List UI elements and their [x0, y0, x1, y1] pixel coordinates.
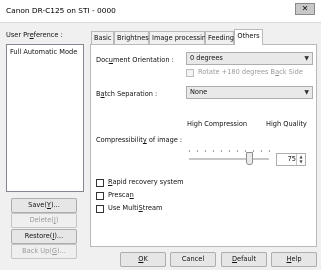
high-compression-label: High Compression	[187, 120, 248, 128]
default-button[interactable]: Default	[221, 252, 267, 267]
batch-separation-label: Batch Separation :	[96, 90, 158, 98]
rapid-recovery-checkbox[interactable]	[96, 179, 104, 187]
use-multistream-label: Use MultiStream	[108, 204, 163, 212]
rotate-back-side-label: Rotate +180 degrees Back Side	[198, 68, 303, 76]
ok-button[interactable]: OK	[120, 252, 166, 267]
slider-tick	[229, 150, 230, 152]
tab-basic[interactable]: Basic	[91, 31, 114, 44]
batch-separation-value: None	[190, 88, 208, 96]
backup-button[interactable]: Back Up(G)...	[11, 244, 77, 259]
slider-tick	[221, 150, 222, 152]
tab-others[interactable]: Others	[234, 29, 263, 45]
prescan-checkbox[interactable]	[96, 192, 104, 200]
restore-button[interactable]: Restore(I)...	[11, 229, 77, 244]
list-item-full-automatic-mode[interactable]: Full Automatic Mode	[10, 48, 80, 56]
window-title: Canon DR-C125 on STI - 0000	[6, 6, 116, 15]
compression-spinbox[interactable]: 75 ▲ ▼	[276, 153, 306, 166]
compressibility-label: Compressibility of image :	[96, 136, 183, 144]
tab-brightness[interactable]: Brightness	[114, 31, 152, 44]
user-preference-list[interactable]: Full Automatic Mode	[6, 44, 84, 192]
dialog-body: User Preference : Full Automatic Mode Sa…	[0, 22, 321, 270]
compression-slider-thumb[interactable]	[245, 152, 253, 165]
tab-image-processing[interactable]: Image processing	[149, 31, 210, 44]
compression-slider[interactable]	[189, 158, 269, 160]
chevron-down-icon: ▼	[304, 89, 309, 96]
slider-tick	[213, 150, 214, 152]
slider-tick	[197, 150, 198, 152]
tab-panel-others: Document Orientation : 0 degrees ▼ Rotat…	[90, 44, 317, 247]
save-button[interactable]: Save(Y)...	[11, 198, 77, 213]
delete-button[interactable]: Delete(J)	[11, 213, 77, 228]
document-orientation-select[interactable]: 0 degrees ▼	[186, 52, 313, 65]
batch-separation-select[interactable]: None ▼	[186, 86, 313, 99]
spin-arrows-icon[interactable]: ▲ ▼	[296, 154, 305, 165]
use-multistream-checkbox[interactable]	[96, 205, 104, 213]
high-quality-label: High Quality	[266, 120, 307, 128]
rotate-back-side-checkbox[interactable]	[186, 69, 194, 77]
chevron-down-icon: ▼	[304, 55, 309, 62]
document-orientation-label: Document Orientation :	[96, 56, 174, 64]
cancel-button[interactable]: Cancel	[170, 252, 216, 267]
title-bar: Canon DR-C125 on STI - 0000 ✕	[0, 0, 321, 22]
slider-tick	[253, 150, 254, 152]
slider-tick	[269, 150, 270, 152]
compression-value: 75	[287, 155, 296, 163]
close-button[interactable]: ✕	[295, 3, 315, 15]
rapid-recovery-label: Rapid recovery system	[108, 178, 184, 186]
slider-tick	[189, 150, 190, 152]
close-icon: ✕	[301, 4, 309, 13]
user-preference-label: User Preference :	[6, 31, 63, 39]
tab-feeding[interactable]: Feeding	[205, 31, 234, 44]
document-orientation-value: 0 degrees	[190, 54, 223, 62]
help-button[interactable]: Help	[271, 252, 317, 267]
slider-tick	[205, 150, 206, 152]
slider-tick	[261, 150, 262, 152]
prescan-label: Prescan	[108, 191, 134, 199]
slider-tick	[237, 150, 238, 152]
